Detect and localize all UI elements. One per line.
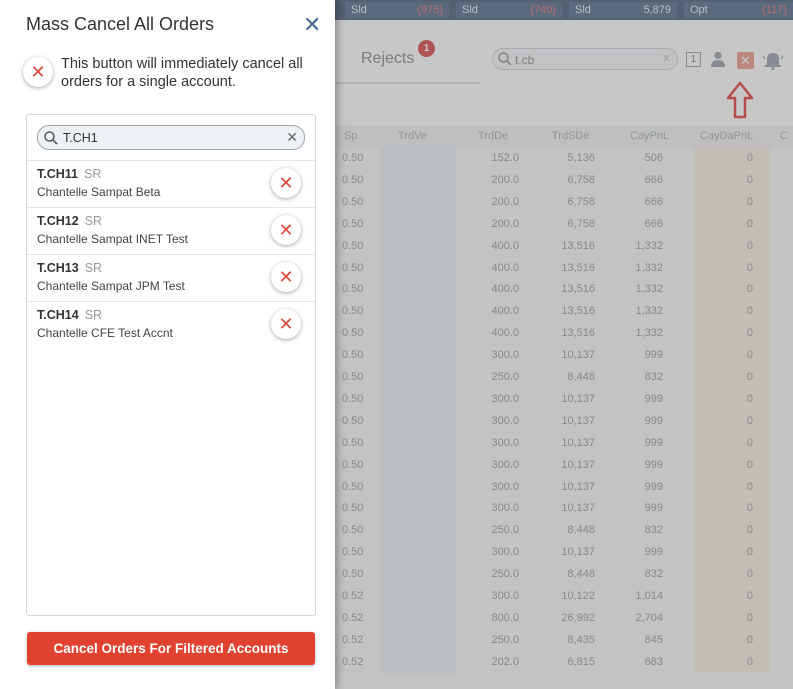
mass-cancel-panel: Mass Cancel All Orders ✕ ✕ This button w… [0, 0, 335, 689]
cancel-account-button[interactable]: ✕ [271, 309, 301, 339]
account-list-box: T.CH1 ✕ T.CH11 SR Chantelle Sampat Beta ✕… [26, 114, 316, 616]
cancel-account-button[interactable]: ✕ [271, 168, 301, 198]
account-name: Chantelle Sampat INET Test [37, 232, 188, 246]
account-code-line: T.CH13 SR [37, 261, 102, 275]
account-type: SR [84, 261, 103, 275]
account-code-line: T.CH14 SR [37, 308, 102, 322]
account-type: SR [84, 308, 103, 322]
account-type: SR [84, 167, 102, 181]
account-code: T.CH13 [37, 261, 79, 275]
account-code: T.CH14 [37, 308, 79, 322]
panel-hint-text: This button will immediately cancel all … [61, 56, 303, 90]
cancel-account-button[interactable]: ✕ [271, 262, 301, 292]
search-icon [43, 130, 59, 151]
account-row: T.CH12 SR Chantelle Sampat INET Test ✕ [27, 207, 315, 254]
clear-filter-icon[interactable]: ✕ [286, 129, 298, 146]
cancel-account-button[interactable]: ✕ [271, 215, 301, 245]
panel-title: Mass Cancel All Orders [26, 14, 215, 34]
cancel-filtered-accounts-button[interactable]: Cancel Orders For Filtered Accounts [27, 632, 315, 665]
account-row: T.CH13 SR Chantelle Sampat JPM Test ✕ [27, 254, 315, 301]
account-name: Chantelle CFE Test Accnt [37, 326, 173, 340]
account-code-line: T.CH12 SR [37, 214, 102, 228]
account-code-line: T.CH11 SR [37, 167, 101, 181]
account-row: T.CH14 SR Chantelle CFE Test Accnt ✕ [27, 301, 315, 348]
account-row: T.CH11 SR Chantelle Sampat Beta ✕ [27, 160, 315, 207]
close-icon[interactable]: ✕ [303, 12, 321, 38]
account-filter-input[interactable]: T.CH1 ✕ [37, 125, 305, 150]
account-type: SR [84, 214, 103, 228]
cancel-x-icon: ✕ [23, 57, 53, 87]
account-code: T.CH11 [37, 167, 78, 181]
account-filter-value: T.CH1 [63, 131, 98, 145]
account-code: T.CH12 [37, 214, 79, 228]
account-name: Chantelle Sampat JPM Test [37, 279, 185, 293]
account-name: Chantelle Sampat Beta [37, 185, 161, 199]
